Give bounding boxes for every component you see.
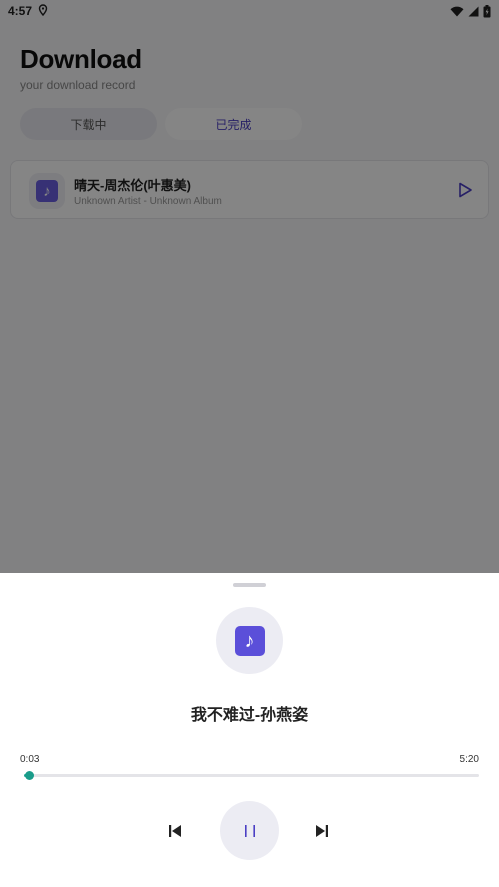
current-time: 0:03 [20,754,40,765]
previous-icon [169,825,181,837]
pause-icon [244,824,255,837]
total-time: 5:20 [459,754,479,765]
pause-button[interactable] [220,801,279,860]
music-note-icon: ♪ [234,625,265,656]
screen: 4:57 Download your download record 下载中 已… [0,0,499,887]
player-bottom-sheet: ♪ 我不难过-孙燕姿 0:03 5:20 [0,573,499,887]
next-button[interactable] [314,823,330,839]
drag-handle[interactable] [233,583,266,587]
previous-button[interactable] [167,823,183,839]
progress-thumb[interactable] [24,771,34,780]
dim-overlay[interactable] [0,0,499,573]
progress-slider[interactable] [24,771,479,780]
next-icon [316,825,328,837]
now-playing-artwork: ♪ [216,607,283,674]
now-playing-title: 我不难过-孙燕姿 [190,707,309,724]
